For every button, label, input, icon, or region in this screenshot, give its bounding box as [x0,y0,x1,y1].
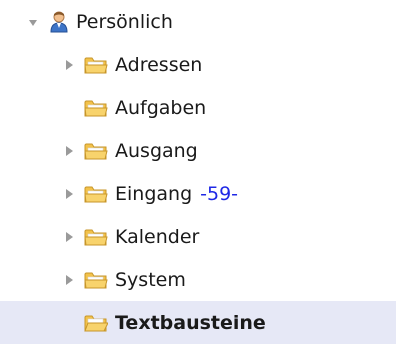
collapsed-arrow-icon[interactable] [62,230,76,244]
collapsed-arrow-icon[interactable] [62,58,76,72]
tree-item-label: Persönlich [76,10,173,33]
collapsed-arrow-icon[interactable] [62,144,76,158]
folder-tree: Persönlich Adressen Aufgaben Ausgang Ein… [0,0,396,347]
collapsed-arrow-icon[interactable] [62,187,76,201]
unread-count-badge: -59- [200,182,239,205]
user-icon [49,11,69,33]
tree-item-label: System [115,268,186,291]
folder-icon [84,270,108,290]
folder-open-icon [84,313,108,333]
tree-item-system[interactable]: System [0,258,396,301]
tree-item-eingang[interactable]: Eingang -59- [0,172,396,215]
expanded-arrow-icon[interactable] [26,15,40,29]
folder-icon [84,184,108,204]
tree-item-label: Aufgaben [115,96,207,119]
tree-item-label: Adressen [115,53,203,76]
folder-icon [84,55,108,75]
folder-icon [84,227,108,247]
tree-item-adressen[interactable]: Adressen [0,43,396,86]
tree-item-kalender[interactable]: Kalender [0,215,396,258]
tree-item-persoenlich[interactable]: Persönlich [0,0,396,43]
tree-item-label: Textbausteine [115,311,266,334]
tree-item-label: Kalender [115,225,200,248]
tree-item-textbausteine[interactable]: Textbausteine [0,301,396,344]
tree-item-ausgang[interactable]: Ausgang [0,129,396,172]
tree-item-label: Eingang [115,182,193,205]
folder-icon [84,141,108,161]
tree-item-label: Ausgang [115,139,198,162]
tree-item-aufgaben[interactable]: Aufgaben [0,86,396,129]
collapsed-arrow-icon[interactable] [62,273,76,287]
folder-icon [84,98,108,118]
